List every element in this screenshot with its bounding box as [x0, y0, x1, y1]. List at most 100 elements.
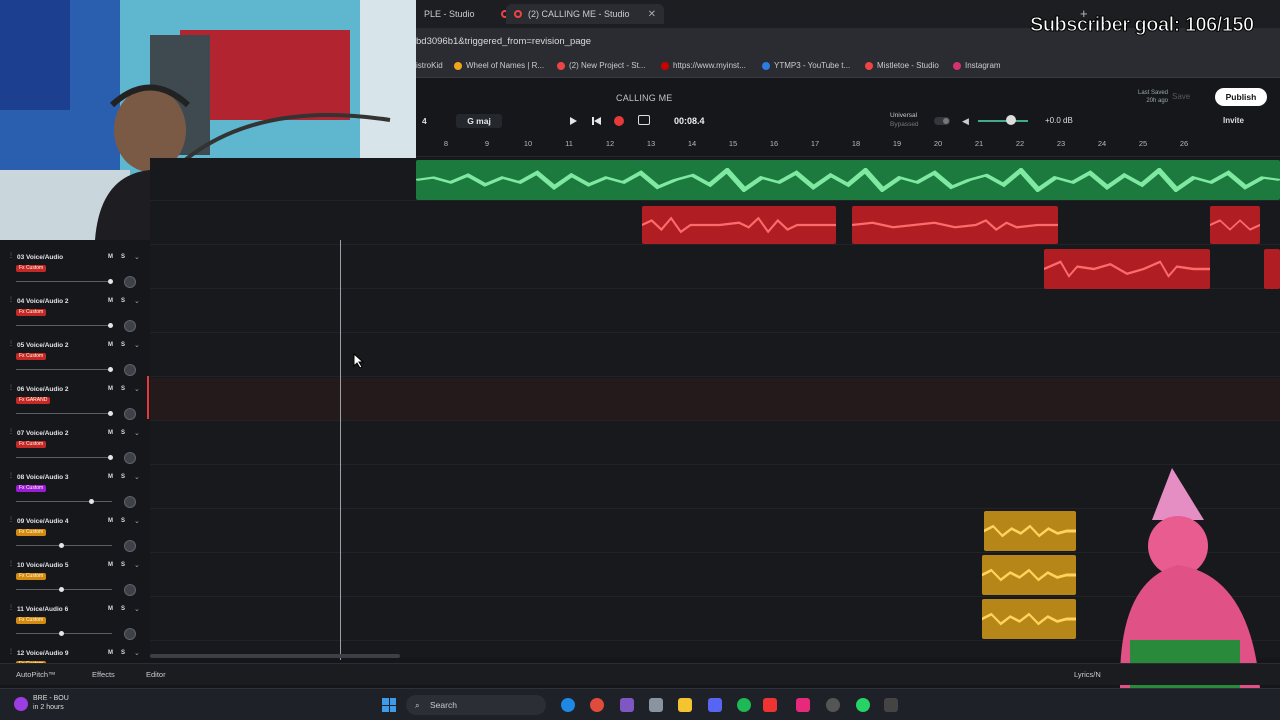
solo-button[interactable]: S: [121, 254, 125, 260]
fx-badge[interactable]: Fx Custom: [16, 529, 47, 536]
fader-knob[interactable]: [108, 279, 113, 284]
bookmark-item[interactable]: Mistletoe - Studio: [865, 61, 939, 70]
discord-icon[interactable]: [708, 698, 722, 712]
whatsapp-icon[interactable]: [856, 698, 870, 712]
track-header[interactable]: ⋮ 06 Voice/Audio 2 Fx GARAND M S ⌄: [0, 376, 150, 420]
fx-badge[interactable]: Fx Custom: [16, 441, 47, 448]
speaker-icon[interactable]: ◀: [962, 116, 969, 127]
chevron-down-icon[interactable]: ⌄: [134, 473, 140, 481]
record-button[interactable]: [614, 116, 624, 126]
mute-button[interactable]: M: [108, 342, 113, 348]
app-icon[interactable]: [884, 698, 898, 712]
audio-clip-red[interactable]: [1264, 249, 1280, 289]
fx-badge[interactable]: Fx Custom: [16, 265, 47, 272]
fader-knob[interactable]: [108, 455, 113, 460]
fader-knob[interactable]: [59, 631, 64, 636]
save-button[interactable]: Save: [1172, 92, 1190, 101]
track-lane[interactable]: [150, 422, 1280, 465]
bookmark-item[interactable]: istroKid: [416, 61, 443, 70]
track-header[interactable]: ⋮ 03 Voice/Audio Fx Custom M S ⌄: [0, 244, 150, 288]
mute-button[interactable]: M: [108, 562, 113, 568]
track-lane[interactable]: [150, 290, 1280, 333]
fx-badge[interactable]: Fx Custom: [16, 309, 47, 316]
chevron-down-icon[interactable]: ⌄: [134, 297, 140, 305]
playhead[interactable]: [340, 240, 341, 660]
bookmark-item[interactable]: Instagram: [953, 61, 1001, 70]
settings-icon[interactable]: [649, 698, 663, 712]
pan-knob[interactable]: [124, 276, 136, 288]
solo-button[interactable]: S: [121, 298, 125, 304]
chevron-down-icon[interactable]: ⌄: [134, 341, 140, 349]
taskbar-search[interactable]: ⌕ Search: [406, 695, 546, 715]
horizontal-scrollbar[interactable]: [150, 654, 400, 658]
solo-button[interactable]: S: [121, 342, 125, 348]
mute-button[interactable]: M: [108, 518, 113, 524]
fx-badge[interactable]: Fx GARAND: [16, 397, 51, 404]
mute-button[interactable]: M: [108, 298, 113, 304]
publish-button[interactable]: Publish: [1215, 88, 1267, 106]
loop-button[interactable]: [638, 115, 650, 125]
solo-button[interactable]: S: [121, 430, 125, 436]
volume-fader[interactable]: [16, 369, 112, 370]
chevron-down-icon[interactable]: ⌄: [134, 517, 140, 525]
audio-clip-red[interactable]: [1210, 206, 1260, 244]
fader-knob[interactable]: [108, 367, 113, 372]
volume-fader[interactable]: [16, 501, 112, 502]
volume-fader[interactable]: [16, 545, 112, 546]
solo-button[interactable]: S: [121, 474, 125, 480]
folder-icon[interactable]: [678, 698, 692, 712]
track-header[interactable]: ⋮ 04 Voice/Audio 2 Fx Custom M S ⌄: [0, 288, 150, 332]
solo-button[interactable]: S: [121, 606, 125, 612]
copilot-icon[interactable]: [620, 698, 634, 712]
bookmark-item[interactable]: (2) New Project - St...: [557, 61, 645, 70]
fader-knob[interactable]: [108, 323, 113, 328]
track-header[interactable]: ⋮ 08 Voice/Audio 3 Fx Custom M S ⌄: [0, 464, 150, 508]
solo-button[interactable]: S: [121, 386, 125, 392]
pan-knob[interactable]: [124, 628, 136, 640]
windows-start-icon[interactable]: [382, 698, 396, 712]
chevron-down-icon[interactable]: ⌄: [134, 649, 140, 657]
chevron-down-icon[interactable]: ⌄: [134, 385, 140, 393]
fader-knob[interactable]: [89, 499, 94, 504]
audio-clip-red[interactable]: [1044, 249, 1210, 289]
volume-fader[interactable]: [16, 281, 112, 282]
mute-button[interactable]: M: [108, 606, 113, 612]
track-lane[interactable]: [150, 378, 1280, 421]
audio-clip-green[interactable]: [416, 160, 1280, 200]
chevron-down-icon[interactable]: ⌄: [134, 561, 140, 569]
mute-button[interactable]: M: [108, 474, 113, 480]
weather-widget[interactable]: BRE - BOU in 2 hours: [33, 694, 69, 712]
solo-button[interactable]: S: [121, 518, 125, 524]
track-header[interactable]: ⋮ 11 Voice/Audio 6 Fx Custom M S ⌄: [0, 596, 150, 640]
effects-button[interactable]: Effects: [92, 670, 115, 679]
volume-knob[interactable]: [1006, 115, 1016, 125]
volume-slider[interactable]: [978, 120, 1028, 122]
volume-fader[interactable]: [16, 589, 112, 590]
chevron-down-icon[interactable]: ⌄: [134, 253, 140, 261]
universal-fx[interactable]: Universal Bypassed: [890, 111, 919, 129]
close-icon[interactable]: ✕: [648, 9, 656, 20]
fx-badge[interactable]: Fx Custom: [16, 485, 47, 492]
edge-icon[interactable]: [561, 698, 575, 712]
volume-fader[interactable]: [16, 325, 112, 326]
pan-knob[interactable]: [124, 540, 136, 552]
bookmark-item[interactable]: YTMP3 - YouTube t...: [762, 61, 850, 70]
play-button[interactable]: [566, 114, 580, 128]
mute-button[interactable]: M: [108, 650, 113, 656]
chrome-icon[interactable]: [590, 698, 604, 712]
tiktok-icon[interactable]: [796, 698, 810, 712]
volume-fader[interactable]: [16, 633, 112, 634]
track-lane[interactable]: [150, 334, 1280, 377]
autopitch-button[interactable]: AutoPitch™: [16, 670, 56, 679]
fader-knob[interactable]: [59, 587, 64, 592]
mute-button[interactable]: M: [108, 386, 113, 392]
fx-badge[interactable]: Fx Custom: [16, 617, 47, 624]
timeline-ruler[interactable]: 8 9 10 11 12 13 14 15 16 17 18 19 20 21 22 23 24 25 26: [416, 135, 1280, 157]
track-header[interactable]: ⋮ 07 Voice/Audio 2 Fx Custom M S ⌄: [0, 420, 150, 464]
pan-knob[interactable]: [124, 452, 136, 464]
chevron-down-icon[interactable]: ⌄: [134, 429, 140, 437]
track-header[interactable]: ⋮ 10 Voice/Audio 5 Fx Custom M S ⌄: [0, 552, 150, 596]
track-header[interactable]: ⋮ 05 Voice/Audio 2 Fx Custom M S ⌄: [0, 332, 150, 376]
pan-knob[interactable]: [124, 364, 136, 376]
pan-knob[interactable]: [124, 584, 136, 596]
